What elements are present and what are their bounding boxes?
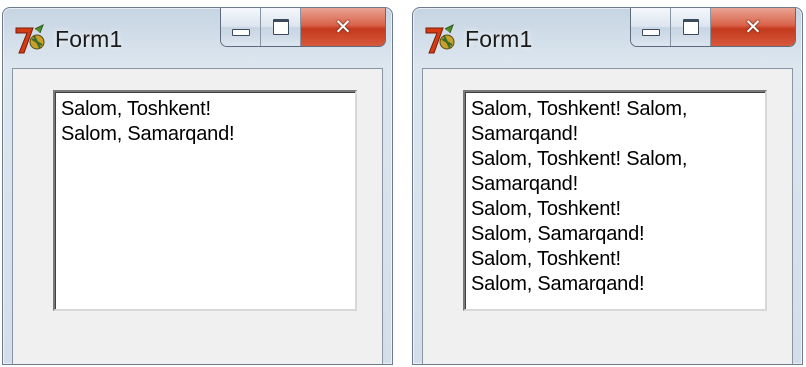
memo-line: Salom, Toshkent! Salom, [471, 148, 688, 170]
memo-line: Salom, Toshkent! [61, 98, 211, 120]
form1-window-left[interactable]: Form1 ✕ Salom, Toshkent! Salom, Samarqan… [2, 7, 393, 365]
maximize-button[interactable] [671, 8, 711, 46]
memo-line: Salom, Samarqand! [61, 123, 235, 145]
close-button[interactable]: ✕ [301, 8, 385, 46]
maximize-icon [272, 19, 289, 35]
maximize-button[interactable] [261, 8, 301, 46]
memo-line: Salom, Samarqand! [471, 273, 645, 295]
caption-buttons: ✕ [220, 8, 386, 47]
close-button[interactable]: ✕ [711, 8, 795, 46]
title-bar[interactable]: Form1 ✕ [3, 8, 392, 68]
form1-window-right[interactable]: Form1 ✕ Salom, Toshkent! Salom, Samarqan… [412, 7, 803, 365]
memo-textbox[interactable]: Salom, Toshkent! Salom, Samarqand! [53, 90, 357, 311]
memo-textbox[interactable]: Salom, Toshkent! Salom, Samarqand! Salom… [463, 90, 767, 311]
form-client-area: Salom, Toshkent! Salom, Samarqand! Salom… [422, 68, 793, 364]
window-title: Form1 [55, 26, 123, 52]
memo-line: Salom, Samarqand! [471, 223, 645, 245]
maximize-icon [682, 19, 699, 35]
memo-line: Salom, Toshkent! Salom, [471, 98, 688, 120]
caption-buttons: ✕ [630, 8, 796, 47]
memo-line: Salom, Toshkent! [471, 198, 621, 220]
close-icon: ✕ [334, 14, 352, 39]
minimize-button[interactable] [221, 8, 261, 46]
delphi-app-icon[interactable] [13, 23, 47, 57]
memo-line: Salom, Toshkent! [471, 248, 621, 270]
memo-line: Samarqand! [471, 123, 578, 145]
title-bar[interactable]: Form1 ✕ [413, 8, 802, 68]
delphi-app-icon[interactable] [423, 23, 457, 57]
close-icon: ✕ [744, 14, 762, 39]
form-client-area: Salom, Toshkent! Salom, Samarqand! [12, 68, 383, 364]
minimize-button[interactable] [631, 8, 671, 46]
minimize-icon [231, 28, 250, 36]
window-title: Form1 [465, 26, 533, 52]
memo-line: Samarqand! [471, 173, 578, 195]
minimize-icon [641, 28, 660, 36]
